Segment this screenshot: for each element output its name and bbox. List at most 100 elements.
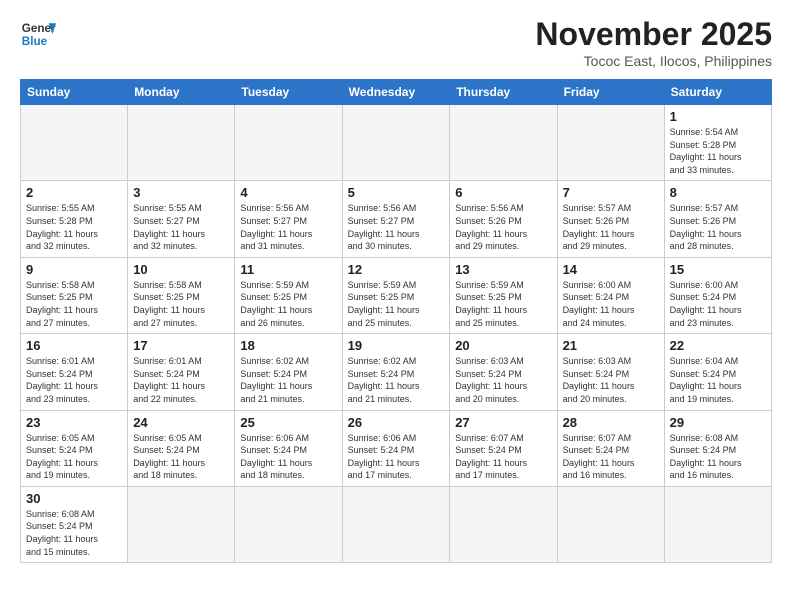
weekday-header-thursday: Thursday — [450, 80, 557, 105]
day-info: Sunrise: 6:00 AM Sunset: 5:24 PM Dayligh… — [563, 279, 659, 329]
calendar-cell: 10 Sunrise: 5:58 AM Sunset: 5:25 PM Dayli… — [128, 257, 235, 333]
weekday-header-saturday: Saturday — [664, 80, 771, 105]
calendar-cell: 22 Sunrise: 6:04 AM Sunset: 5:24 PM Dayli… — [664, 334, 771, 410]
day-info: Sunrise: 6:05 AM Sunset: 5:24 PM Dayligh… — [26, 432, 122, 482]
calendar-week-row: 23Sunrise: 6:05 AM Sunset: 5:24 PM Dayli… — [21, 410, 772, 486]
day-number: 5 — [348, 185, 445, 200]
calendar-cell — [450, 486, 557, 562]
calendar-cell: 21 Sunrise: 6:03 AM Sunset: 5:24 PM Dayli… — [557, 334, 664, 410]
day-info: Sunrise: 5:56 AM Sunset: 5:26 PM Dayligh… — [455, 202, 551, 252]
calendar-cell: 13Sunrise: 5:59 AM Sunset: 5:25 PM Dayli… — [450, 257, 557, 333]
day-info: Sunrise: 6:02 AM Sunset: 5:24 PM Dayligh… — [240, 355, 336, 405]
day-number: 17 — [133, 338, 229, 353]
page-header: General Blue November 2025 Tococ East, I… — [20, 16, 772, 69]
calendar-cell — [557, 105, 664, 181]
logo-icon: General Blue — [20, 16, 56, 52]
day-number: 30 — [26, 491, 122, 506]
day-number: 22 — [670, 338, 766, 353]
day-number: 12 — [348, 262, 445, 277]
weekday-header-friday: Friday — [557, 80, 664, 105]
day-number: 25 — [240, 415, 336, 430]
day-number: 14 — [563, 262, 659, 277]
day-info: Sunrise: 5:58 AM Sunset: 5:25 PM Dayligh… — [133, 279, 229, 329]
calendar-cell: 19 Sunrise: 6:02 AM Sunset: 5:24 PM Dayli… — [342, 334, 450, 410]
day-info: Sunrise: 6:06 AM Sunset: 5:24 PM Dayligh… — [240, 432, 336, 482]
calendar-cell: 1 Sunrise: 5:54 AM Sunset: 5:28 PM Daylig… — [664, 105, 771, 181]
day-info: Sunrise: 6:01 AM Sunset: 5:24 PM Dayligh… — [133, 355, 229, 405]
day-number: 29 — [670, 415, 766, 430]
calendar-cell: 26Sunrise: 6:06 AM Sunset: 5:24 PM Dayli… — [342, 410, 450, 486]
calendar-cell: 24Sunrise: 6:05 AM Sunset: 5:24 PM Dayli… — [128, 410, 235, 486]
calendar-cell: 4 Sunrise: 5:56 AM Sunset: 5:27 PM Daylig… — [235, 181, 342, 257]
calendar-cell — [128, 486, 235, 562]
location-subtitle: Tococ East, Ilocos, Philippines — [535, 53, 772, 69]
calendar-cell: 17 Sunrise: 6:01 AM Sunset: 5:24 PM Dayli… — [128, 334, 235, 410]
calendar-cell: 11 Sunrise: 5:59 AM Sunset: 5:25 PM Dayli… — [235, 257, 342, 333]
logo: General Blue — [20, 16, 56, 52]
day-info: Sunrise: 5:57 AM Sunset: 5:26 PM Dayligh… — [563, 202, 659, 252]
calendar-cell — [235, 486, 342, 562]
calendar-cell: 7 Sunrise: 5:57 AM Sunset: 5:26 PM Daylig… — [557, 181, 664, 257]
month-title: November 2025 — [535, 16, 772, 53]
day-number: 1 — [670, 109, 766, 124]
weekday-header-sunday: Sunday — [21, 80, 128, 105]
weekday-header-monday: Monday — [128, 80, 235, 105]
calendar-cell: 14 Sunrise: 6:00 AM Sunset: 5:24 PM Dayli… — [557, 257, 664, 333]
calendar-cell: 23Sunrise: 6:05 AM Sunset: 5:24 PM Dayli… — [21, 410, 128, 486]
day-info: Sunrise: 5:55 AM Sunset: 5:28 PM Dayligh… — [26, 202, 122, 252]
day-info: Sunrise: 6:03 AM Sunset: 5:24 PM Dayligh… — [563, 355, 659, 405]
day-number: 7 — [563, 185, 659, 200]
calendar-cell — [450, 105, 557, 181]
day-info: Sunrise: 5:56 AM Sunset: 5:27 PM Dayligh… — [240, 202, 336, 252]
calendar-cell: 30 Sunrise: 6:08 AM Sunset: 5:24 PM Dayli… — [21, 486, 128, 562]
day-info: Sunrise: 5:59 AM Sunset: 5:25 PM Dayligh… — [240, 279, 336, 329]
calendar-cell: 25 Sunrise: 6:06 AM Sunset: 5:24 PM Dayli… — [235, 410, 342, 486]
day-number: 26 — [348, 415, 445, 430]
calendar-week-row: 30 Sunrise: 6:08 AM Sunset: 5:24 PM Dayli… — [21, 486, 772, 562]
calendar-cell: 18Sunrise: 6:02 AM Sunset: 5:24 PM Dayli… — [235, 334, 342, 410]
calendar-cell: 15Sunrise: 6:00 AM Sunset: 5:24 PM Dayli… — [664, 257, 771, 333]
day-number: 9 — [26, 262, 122, 277]
day-info: Sunrise: 5:59 AM Sunset: 5:25 PM Dayligh… — [455, 279, 551, 329]
day-number: 11 — [240, 262, 336, 277]
day-number: 15 — [670, 262, 766, 277]
day-info: Sunrise: 5:54 AM Sunset: 5:28 PM Dayligh… — [670, 126, 766, 176]
day-info: Sunrise: 5:58 AM Sunset: 5:25 PM Dayligh… — [26, 279, 122, 329]
day-number: 16 — [26, 338, 122, 353]
day-number: 4 — [240, 185, 336, 200]
calendar-cell: 8Sunrise: 5:57 AM Sunset: 5:26 PM Daylig… — [664, 181, 771, 257]
day-info: Sunrise: 6:05 AM Sunset: 5:24 PM Dayligh… — [133, 432, 229, 482]
calendar-cell — [21, 105, 128, 181]
calendar-cell: 12Sunrise: 5:59 AM Sunset: 5:25 PM Dayli… — [342, 257, 450, 333]
calendar-cell: 6 Sunrise: 5:56 AM Sunset: 5:26 PM Daylig… — [450, 181, 557, 257]
calendar-cell: 27 Sunrise: 6:07 AM Sunset: 5:24 PM Dayli… — [450, 410, 557, 486]
day-info: Sunrise: 6:02 AM Sunset: 5:24 PM Dayligh… — [348, 355, 445, 405]
day-number: 21 — [563, 338, 659, 353]
calendar-week-row: 16 Sunrise: 6:01 AM Sunset: 5:24 PM Dayli… — [21, 334, 772, 410]
day-info: Sunrise: 6:04 AM Sunset: 5:24 PM Dayligh… — [670, 355, 766, 405]
title-block: November 2025 Tococ East, Ilocos, Philip… — [535, 16, 772, 69]
calendar-cell: 29Sunrise: 6:08 AM Sunset: 5:24 PM Dayli… — [664, 410, 771, 486]
calendar-cell: 20Sunrise: 6:03 AM Sunset: 5:24 PM Dayli… — [450, 334, 557, 410]
day-number: 19 — [348, 338, 445, 353]
day-number: 10 — [133, 262, 229, 277]
day-info: Sunrise: 6:08 AM Sunset: 5:24 PM Dayligh… — [26, 508, 122, 558]
calendar-cell — [664, 486, 771, 562]
day-number: 3 — [133, 185, 229, 200]
calendar-cell — [342, 105, 450, 181]
day-info: Sunrise: 6:03 AM Sunset: 5:24 PM Dayligh… — [455, 355, 551, 405]
day-info: Sunrise: 5:55 AM Sunset: 5:27 PM Dayligh… — [133, 202, 229, 252]
calendar-cell — [128, 105, 235, 181]
day-info: Sunrise: 6:07 AM Sunset: 5:24 PM Dayligh… — [455, 432, 551, 482]
calendar-cell: 2 Sunrise: 5:55 AM Sunset: 5:28 PM Daylig… — [21, 181, 128, 257]
day-number: 6 — [455, 185, 551, 200]
day-number: 2 — [26, 185, 122, 200]
day-number: 27 — [455, 415, 551, 430]
calendar-cell — [342, 486, 450, 562]
weekday-header-row: SundayMondayTuesdayWednesdayThursdayFrid… — [21, 80, 772, 105]
day-info: Sunrise: 6:07 AM Sunset: 5:24 PM Dayligh… — [563, 432, 659, 482]
calendar-week-row: 1 Sunrise: 5:54 AM Sunset: 5:28 PM Daylig… — [21, 105, 772, 181]
day-info: Sunrise: 5:57 AM Sunset: 5:26 PM Dayligh… — [670, 202, 766, 252]
day-info: Sunrise: 6:01 AM Sunset: 5:24 PM Dayligh… — [26, 355, 122, 405]
calendar-week-row: 9 Sunrise: 5:58 AM Sunset: 5:25 PM Daylig… — [21, 257, 772, 333]
